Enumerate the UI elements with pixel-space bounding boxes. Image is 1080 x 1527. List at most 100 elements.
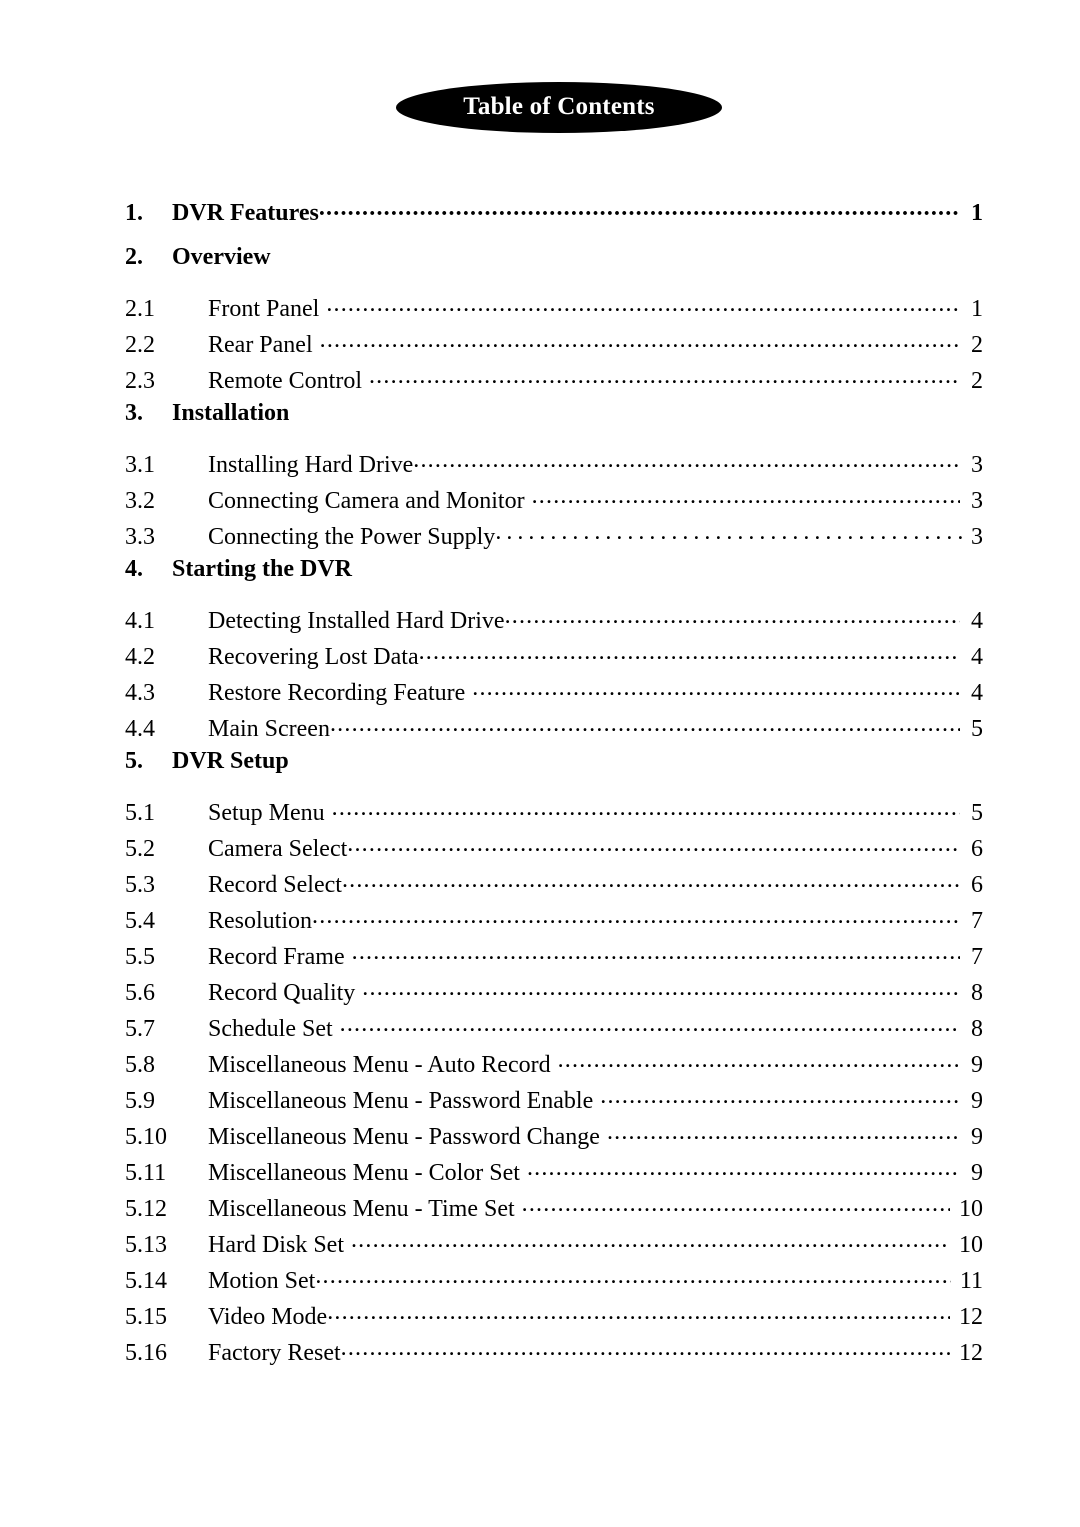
toc-entry[interactable]: 5.14 Motion Set 11: [125, 1264, 983, 1300]
toc-entry-number: 5.15: [125, 1304, 167, 1330]
toc-entry-title: Record Select: [208, 872, 342, 898]
toc-entry-title: Camera Select: [208, 836, 348, 862]
toc-entry-number: 2.: [125, 244, 143, 270]
toc-entry-page-number: 9: [971, 1088, 983, 1114]
toc-entry-page-number: 4: [971, 608, 983, 634]
toc-dot-leader: [341, 1336, 950, 1360]
toc-dot-leader: [315, 1264, 951, 1288]
toc-entry[interactable]: 4.4 Main Screen 5: [125, 712, 983, 748]
toc-entry[interactable]: 1. DVR Features 1: [125, 196, 983, 244]
toc-entry-title: Record Quality: [208, 980, 356, 1006]
toc-dot-leader: [527, 1156, 960, 1180]
toc-entry-page-number: 1: [971, 296, 983, 322]
toc-dot-leader: [607, 1120, 960, 1144]
toc-dot-leader: [600, 1084, 960, 1108]
toc-entry[interactable]: 5. DVR Setup: [125, 748, 983, 796]
toc-entry[interactable]: 5.7 Schedule Set 8: [125, 1012, 983, 1048]
toc-entry[interactable]: 3. Installation: [125, 400, 983, 448]
toc-entry-page-number: 6: [971, 836, 983, 862]
toc-dot-leader: [505, 604, 960, 628]
toc-entry-number: 4.2: [125, 644, 155, 670]
toc-entry[interactable]: 5.12 Miscellaneous Menu - Time Set 10: [125, 1192, 983, 1228]
toc-entry[interactable]: 2. Overview: [125, 244, 983, 292]
toc-dot-leader: [413, 448, 960, 472]
toc-entry[interactable]: 4. Starting the DVR: [125, 556, 983, 604]
toc-entry[interactable]: 5.8 Miscellaneous Menu - Auto Record 9: [125, 1048, 983, 1084]
toc-entry-page-number: 5: [971, 800, 983, 826]
toc-entry-title: Connecting Camera and Monitor: [208, 488, 525, 514]
toc-entry-title: Schedule Set: [208, 1016, 333, 1042]
toc-dot-leader: [532, 484, 960, 508]
toc-entry[interactable]: 3.3 Connecting the Power Supply 3: [125, 520, 983, 556]
toc-entry-number: 5.14: [125, 1268, 167, 1294]
toc-entry[interactable]: 3.2 Connecting Camera and Monitor 3: [125, 484, 983, 520]
toc-entry-page-number: 3: [971, 452, 983, 478]
toc-dot-leader: [369, 364, 960, 388]
toc-dot-leader: [320, 328, 960, 352]
toc-entry[interactable]: 4.3 Restore Recording Feature 4: [125, 676, 983, 712]
toc-entry-number: 5.10: [125, 1124, 167, 1150]
toc-entry-page-number: 12: [959, 1304, 983, 1330]
toc-entry[interactable]: 2.1 Front Panel 1: [125, 292, 983, 328]
toc-entry[interactable]: 5.6 Record Quality 8: [125, 976, 983, 1012]
toc-entry-title: Front Panel: [208, 296, 320, 322]
toc-entry-page-number: 1: [971, 200, 983, 226]
toc-entry-page-number: 2: [971, 332, 983, 358]
toc-entry-number: 4.: [125, 556, 143, 582]
toc-entry-title: Main Screen: [208, 716, 330, 742]
toc-entry-number: 5.7: [125, 1016, 155, 1042]
toc-entry[interactable]: 5.15 Video Mode 12: [125, 1300, 983, 1336]
toc-entry-title: Installing Hard Drive: [208, 452, 414, 478]
toc-dot-leader: [362, 976, 960, 1000]
toc-entry-title: Starting the DVR: [172, 556, 352, 582]
toc-entry-title: Rear Panel: [208, 332, 313, 358]
toc-entry[interactable]: 4.2 Recovering Lost Data 4: [125, 640, 983, 676]
toc-entry-title: Installation: [172, 400, 290, 426]
toc-entry[interactable]: 2.3 Remote Control 2: [125, 364, 983, 400]
toc-entry[interactable]: 5.5 Record Frame 7: [125, 940, 983, 976]
toc-dot-leader: [558, 1048, 960, 1072]
toc-entry[interactable]: 5.4 Resolution 7: [125, 904, 983, 940]
toc-entry-title: Overview: [172, 244, 271, 270]
toc-dot-leader: [419, 640, 960, 664]
toc-entry-page-number: 8: [971, 1016, 983, 1042]
toc-entry-number: 1.: [125, 200, 143, 226]
toc-entry-number: 4.1: [125, 608, 155, 634]
toc-entry[interactable]: 5.16 Factory Reset 12: [125, 1336, 983, 1372]
toc-dot-leader: [351, 1228, 950, 1252]
toc-entry[interactable]: 5.9 Miscellaneous Menu - Password Enable 9: [125, 1084, 983, 1120]
toc-entry-title: Factory Reset: [208, 1340, 341, 1366]
toc-entry-page-number: 7: [971, 944, 983, 970]
toc-entry-page-number: 12: [959, 1340, 983, 1366]
toc-entry-page-number: 9: [971, 1052, 983, 1078]
toc-entry-number: 5.16: [125, 1340, 167, 1366]
toc-entry-number: 5.5: [125, 944, 155, 970]
toc-entry[interactable]: 5.2 Camera Select 6: [125, 832, 983, 868]
toc-entry-number: 5.8: [125, 1052, 155, 1078]
toc-entry[interactable]: 5.10 Miscellaneous Menu - Password Change…: [125, 1120, 983, 1156]
toc-entry-number: 5.3: [125, 872, 155, 898]
toc-entry[interactable]: 5.3 Record Select 6: [125, 868, 983, 904]
toc-entry[interactable]: 2.2 Rear Panel 2: [125, 328, 983, 364]
toc-entry[interactable]: 3.1 Installing Hard Drive 3: [125, 448, 983, 484]
toc-entry-number: 3.: [125, 400, 143, 426]
toc-entry-page-number: 3: [971, 524, 983, 550]
toc-entry-number: 2.1: [125, 296, 155, 322]
toc-dot-leader: [330, 712, 960, 736]
toc-entry-page-number: 2: [971, 368, 983, 394]
toc-entry-title: Miscellaneous Menu - Password Enable: [208, 1088, 594, 1114]
toc-dot-leader: [312, 904, 960, 928]
toc-entry-page-number: 4: [971, 680, 983, 706]
toc-entry-page-number: 10: [959, 1232, 983, 1258]
toc-entry-number: 3.2: [125, 488, 155, 514]
toc-entry-number: 5.6: [125, 980, 155, 1006]
toc-entry[interactable]: 5.1 Setup Menu 5: [125, 796, 983, 832]
toc-entry-title: Video Mode: [208, 1304, 328, 1330]
toc-entry-number: 2.3: [125, 368, 155, 394]
toc-entry[interactable]: 4.1 Detecting Installed Hard Drive 4: [125, 604, 983, 640]
toc-dot-leader: [342, 868, 960, 892]
toc-entry[interactable]: 5.13 Hard Disk Set 10: [125, 1228, 983, 1264]
toc-entry-title: DVR Setup: [172, 748, 289, 774]
toc-entry[interactable]: 5.11 Miscellaneous Menu - Color Set 9: [125, 1156, 983, 1192]
table-of-contents-header-badge: Table of Contents: [396, 82, 722, 133]
